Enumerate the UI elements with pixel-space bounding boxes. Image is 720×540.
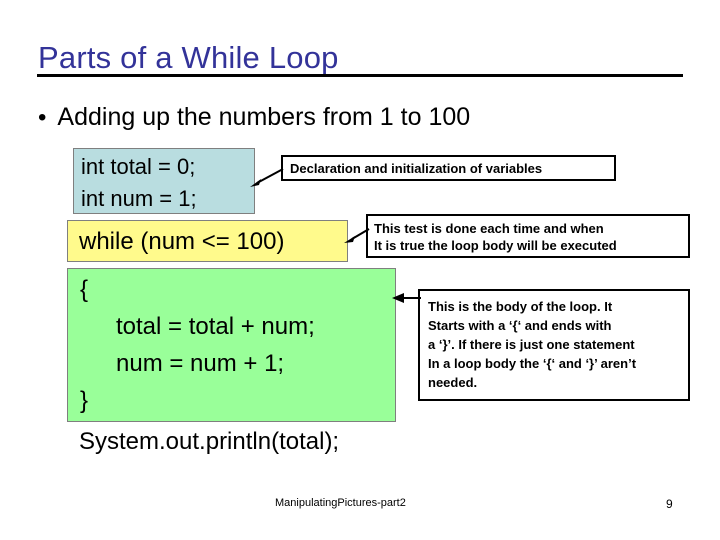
code-line: { bbox=[80, 276, 89, 303]
callout-condition: This test is done each time and when It … bbox=[366, 214, 690, 258]
footer-document-name: ManipulatingPictures-part2 bbox=[275, 497, 406, 509]
callout-line: a ‘}’. If there is just one statement bbox=[428, 337, 635, 352]
callout-line: Starts with a ‘{‘ and ends with bbox=[428, 318, 612, 333]
bullet-dot-icon: • bbox=[38, 104, 47, 131]
callout-line: Declaration and initialization of variab… bbox=[290, 161, 543, 176]
footer-page-number: 9 bbox=[666, 497, 673, 511]
title-divider bbox=[37, 74, 683, 77]
page-title: Parts of a While Loop bbox=[38, 40, 339, 75]
code-line: total = total + num; bbox=[116, 313, 315, 340]
callout-body: This is the body of the loop. It Starts … bbox=[418, 289, 690, 401]
callout-line: It is true the loop body will be execute… bbox=[374, 238, 617, 253]
code-line-println: System.out.println(total); bbox=[79, 428, 340, 455]
callout-line: This test is done each time and when bbox=[374, 221, 604, 236]
arrow-to-declaration-icon bbox=[250, 168, 284, 187]
bullet-item: • Adding up the numbers from 1 to 100 bbox=[38, 103, 470, 132]
code-line: int total = 0; bbox=[81, 154, 196, 179]
code-line: } bbox=[80, 387, 89, 414]
callout-line: needed. bbox=[428, 375, 478, 390]
code-line: while (num <= 100) bbox=[79, 228, 285, 255]
callout-line: This is the body of the loop. It bbox=[428, 299, 613, 314]
code-block-condition: while (num <= 100) bbox=[67, 220, 348, 262]
arrow-to-condition-icon bbox=[344, 228, 370, 243]
callout-line: In a loop body the ‘{‘ and ‘}’ aren’t bbox=[428, 356, 637, 371]
callout-declaration: Declaration and initialization of variab… bbox=[281, 155, 616, 181]
slide: Parts of a While Loop • Adding up the nu… bbox=[0, 0, 720, 540]
code-line: int num = 1; bbox=[81, 186, 197, 211]
code-block-body: { total = total + num; num = num + 1; } bbox=[67, 268, 396, 422]
code-line: num = num + 1; bbox=[116, 350, 285, 377]
code-block-declaration: int total = 0; int num = 1; bbox=[73, 148, 255, 214]
bullet-item-label: Adding up the numbers from 1 to 100 bbox=[57, 103, 471, 131]
arrow-to-body-icon bbox=[392, 293, 421, 303]
